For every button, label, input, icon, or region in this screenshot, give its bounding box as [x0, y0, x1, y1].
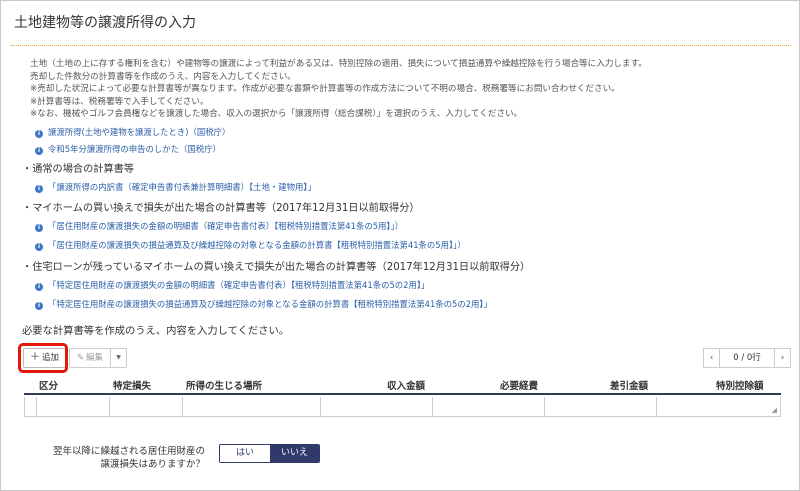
- resize-grip-icon[interactable]: ◢: [772, 406, 777, 414]
- description-line: 土地（土地の上に存する権利を含む）や建物等の譲渡によって利益がある又は、特別控除…: [30, 59, 647, 69]
- form-link-residential-loss-offset[interactable]: i 「居住用財産の譲渡損失の損益通算及び繰越控除の対象となる金額の計算書【租税特別…: [35, 239, 466, 251]
- info-icon: i: [35, 224, 43, 232]
- form-link-label: 「居住用財産の譲渡損失の金額の明細書（確定申告書付表）【租税特別措置法第41条の…: [48, 221, 404, 231]
- form-link-residential-loss-detail[interactable]: i 「居住用財産の譲渡損失の金額の明細書（確定申告書付表）【租税特別措置法第41条…: [35, 220, 403, 232]
- section-heading-home-replacement: ・マイホームの買い換えで損失が出た場合の計算書等（2017年12月31日以前取得…: [22, 203, 420, 214]
- more-actions-dropdown[interactable]: ▼: [111, 348, 127, 368]
- info-icon: i: [35, 147, 43, 155]
- info-icon: i: [35, 130, 43, 138]
- next-page-button[interactable]: ›: [774, 348, 791, 368]
- form-link-specific-residential-loss-detail[interactable]: i 「特定居住用財産の譲渡損失の金額の明細書（確定申告書付表）【租税特別措置法第4…: [35, 279, 429, 291]
- section-heading-label: 住宅ローンが残っているマイホームの買い換えで損失が出た場合の計算書等（2017年…: [32, 262, 531, 273]
- form-link-label: 「居住用財産の譲渡損失の損益通算及び繰越控除の対象となる金額の計算書【租税特別措…: [48, 240, 466, 250]
- pencil-icon: ✎: [76, 353, 85, 363]
- section-heading-normal: ・通常の場合の計算書等: [22, 164, 135, 175]
- description-line: ※売却した状況によって必要な計算書等が異なります。作成が必要な書類や計算書等の作…: [30, 84, 620, 94]
- description-line: 売却した件数分の計算書等を作成のうえ、内容を入力してください。: [30, 71, 296, 82]
- carryover-question: 翌年以降に繰越される居住用財産の譲渡損失はありますか？: [52, 446, 205, 470]
- caret-down-icon: ▼: [116, 354, 121, 361]
- form-link-specific-residential-loss-offset[interactable]: i 「特定居住用財産の譲渡損失の損益通算及び繰越控除の対象となる金額の計算書【租税…: [35, 298, 492, 310]
- info-link-label: 令和5年分譲渡所得の申告のしかた（国税庁）: [48, 144, 221, 154]
- section-heading-label: 通常の場合の計算書等: [32, 164, 135, 175]
- column-header-revenue[interactable]: 収入金額: [387, 378, 425, 392]
- column-header-net-amount[interactable]: 差引金額: [610, 378, 648, 392]
- page-count: 0 / 0行: [720, 348, 774, 368]
- table-cell: [110, 397, 183, 416]
- column-header-category[interactable]: 区分: [39, 378, 58, 392]
- table-cell: [545, 397, 657, 416]
- option-yes[interactable]: はい: [220, 445, 270, 462]
- page-title: 土地建物等の譲渡所得の入力: [14, 15, 196, 31]
- edit-button[interactable]: ✎ 編集: [69, 348, 111, 368]
- table-cell: [433, 397, 545, 416]
- section-heading-label: マイホームの買い換えで損失が出た場合の計算書等（2017年12月31日以前取得分…: [32, 203, 420, 214]
- table-cell: [321, 397, 433, 416]
- section-heading-mortgage-home: ・住宅ローンが残っているマイホームの買い換えで損失が出た場合の計算書等（2017…: [22, 262, 531, 273]
- prev-page-button[interactable]: ‹: [703, 348, 720, 368]
- table-cell: [183, 397, 321, 416]
- info-icon: i: [35, 302, 43, 310]
- form-link-label: 「特定居住用財産の譲渡損失の金額の明細書（確定申告書付表）【租税特別措置法第41…: [48, 280, 430, 290]
- grid-header: 区分 特定損失 所得の生じる場所 収入金額 必要経費 差引金額 特別控除額: [24, 376, 781, 395]
- info-icon: i: [35, 185, 43, 193]
- info-icon: i: [35, 283, 43, 291]
- column-header-location[interactable]: 所得の生じる場所: [186, 378, 262, 392]
- description-block: 土地（土地の上に存する権利を含む）や建物等の譲渡によって利益がある又は、特別控除…: [30, 58, 790, 121]
- form-link-label: 「譲渡所得の内訳書（確定申告書付表兼計算明細書）【土地・建物用】」: [48, 182, 316, 192]
- column-header-special-deduction[interactable]: 特別控除額: [716, 378, 764, 392]
- row-selector[interactable]: [25, 397, 37, 416]
- form-link-label: 「特定居住用財産の譲渡損失の損益通算及び繰越控除の対象となる金額の計算書【租税特…: [48, 299, 492, 309]
- chevron-left-icon: ‹: [709, 353, 714, 363]
- info-link-label: 譲渡所得(土地や建物を譲渡したとき)（国税庁）: [48, 127, 231, 137]
- column-header-specific-loss[interactable]: 特定損失: [113, 378, 151, 392]
- column-header-expenses[interactable]: 必要経費: [500, 378, 538, 392]
- option-no[interactable]: いいえ: [270, 445, 319, 462]
- add-button-highlight: [18, 343, 68, 373]
- description-line: ※計算書等は、税務署等で入手してください。: [30, 96, 209, 107]
- form-link-breakdown[interactable]: i 「譲渡所得の内訳書（確定申告書付表兼計算明細書）【土地・建物用】」: [35, 181, 316, 193]
- title-divider: [11, 45, 791, 46]
- info-icon: i: [35, 243, 43, 251]
- input-instruction: 必要な計算書等を作成のうえ、内容を入力してください。: [22, 325, 290, 337]
- description-line: ※なお、機械やゴルフ会員権などを譲渡した場合、収入の選択から「譲渡所得（総合課税…: [30, 109, 523, 119]
- info-link-filing-guide[interactable]: i 令和5年分譲渡所得の申告のしかた（国税庁）: [35, 143, 221, 155]
- chevron-right-icon: ›: [780, 353, 785, 363]
- table-cell: [37, 397, 110, 416]
- main-panel: 土地建物等の譲渡所得の入力 土地（土地の上に存する権利を含む）や建物等の譲渡によ…: [0, 0, 800, 491]
- table-row[interactable]: ◢: [24, 397, 781, 417]
- info-link-transfer-income[interactable]: i 譲渡所得(土地や建物を譲渡したとき)（国税庁）: [35, 126, 230, 138]
- carryover-toggle: はい いいえ: [219, 444, 320, 463]
- edit-button-label: 編集: [86, 353, 104, 363]
